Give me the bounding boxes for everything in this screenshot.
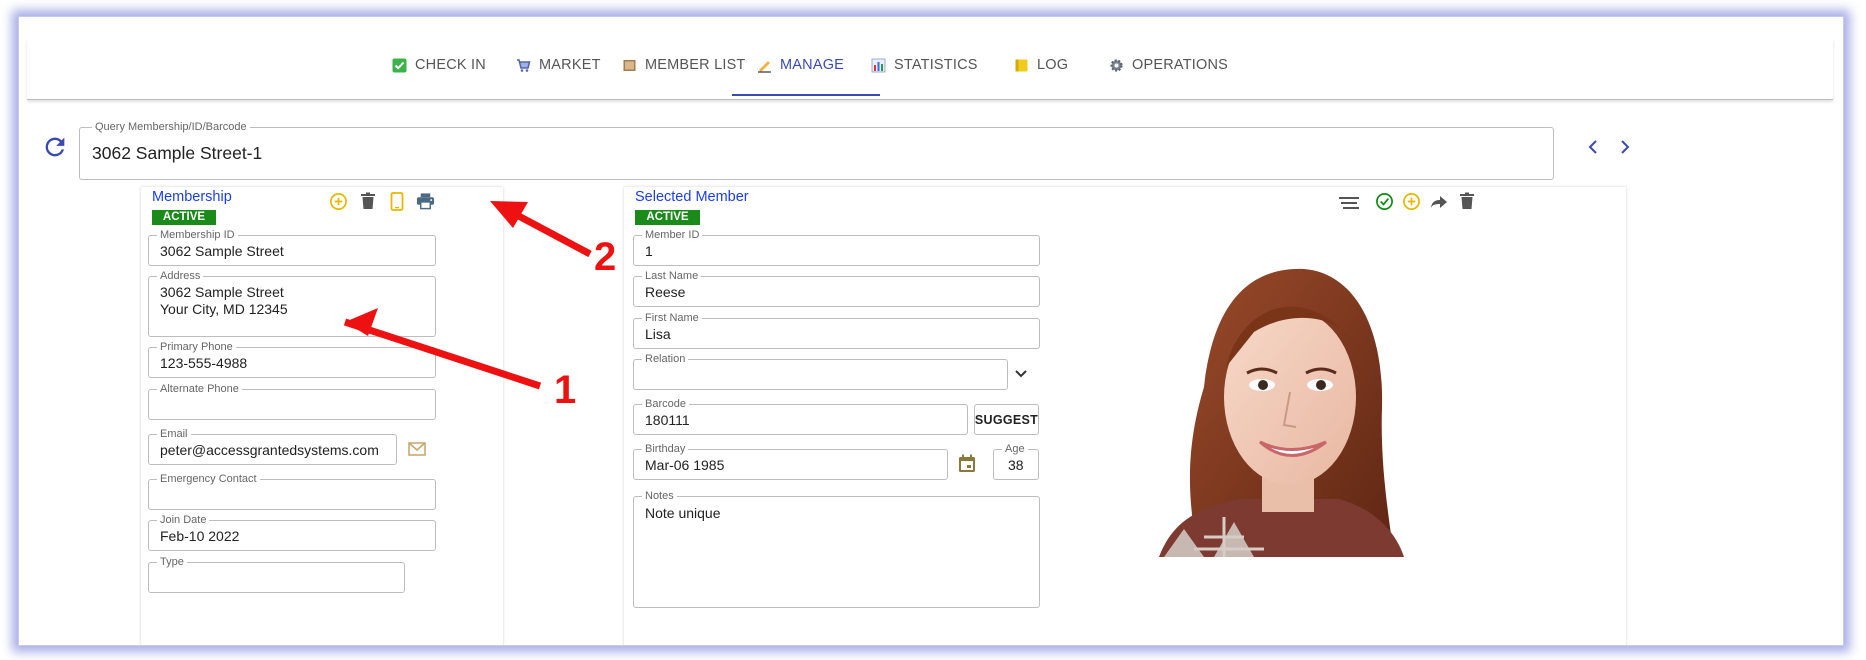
annotation-arrows	[343, 201, 592, 390]
annotation-label-2: 2	[594, 235, 617, 279]
annotation-label-1: 1	[554, 368, 577, 412]
